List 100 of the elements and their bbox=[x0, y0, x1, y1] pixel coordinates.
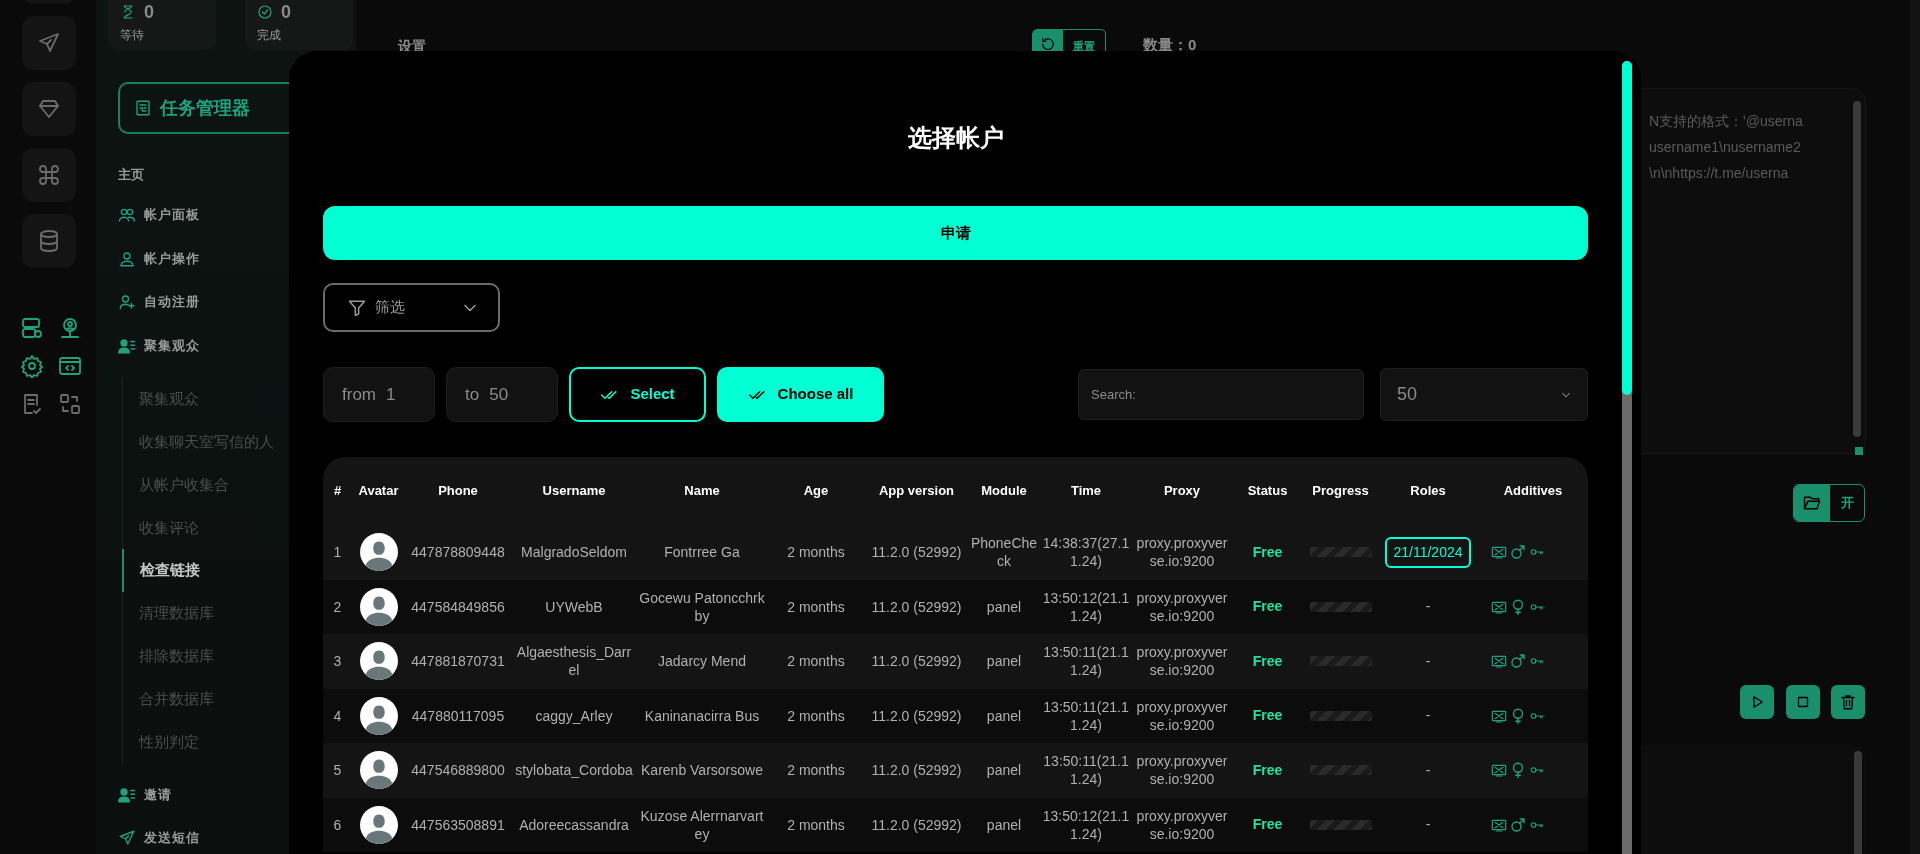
column-header: Progress bbox=[1311, 482, 1370, 501]
table-cell-text: 4 bbox=[332, 706, 343, 725]
column-header: Time bbox=[1069, 482, 1103, 501]
rail-button[interactable] bbox=[22, 16, 76, 70]
status-text: Free bbox=[1251, 651, 1284, 671]
rail-button[interactable] bbox=[22, 82, 76, 136]
column-header: Phone bbox=[437, 482, 479, 501]
nav-item[interactable]: 帐户操作 bbox=[144, 249, 200, 269]
grid-board-icon bbox=[134, 99, 152, 117]
avatar-icon bbox=[359, 696, 398, 735]
scrollbar-thumb[interactable] bbox=[1622, 61, 1632, 395]
table-cell-text: panel bbox=[985, 597, 1023, 616]
field-label: from bbox=[342, 383, 376, 406]
avatar-icon bbox=[359, 642, 398, 681]
table-cell-text: 11.2.0 (52992) bbox=[870, 706, 963, 725]
user-list-icon bbox=[118, 785, 136, 804]
screen-cross-icon bbox=[1490, 653, 1508, 670]
select-button[interactable]: Select bbox=[569, 367, 706, 422]
table-cell-text: panel bbox=[985, 706, 1023, 725]
server-icon[interactable] bbox=[20, 316, 44, 340]
placeholder-text: \n\nhttps://t.me/userna bbox=[1649, 164, 1790, 183]
swap-icon[interactable] bbox=[58, 392, 82, 416]
table-cell-text: proxy.proxyverse.io:9200 bbox=[1135, 534, 1229, 571]
rail-button[interactable] bbox=[22, 148, 76, 202]
table-cell-text: 11.2.0 (52992) bbox=[870, 815, 963, 834]
table-cell-text: 447880117095 bbox=[410, 706, 506, 725]
column-header: Roles bbox=[1409, 482, 1447, 501]
choose-all-button[interactable]: Choose all bbox=[717, 367, 884, 422]
table-cell-text: caggy_Arley bbox=[534, 706, 614, 725]
column-header: Avatar bbox=[357, 482, 400, 501]
table-cell-text: 2 months bbox=[786, 597, 846, 616]
stat-label: 完成 bbox=[257, 28, 281, 42]
table-cell-text: - bbox=[1425, 706, 1431, 726]
table-cell-text: 13:50:11(21.11.24) bbox=[1042, 697, 1130, 734]
check-circle-icon bbox=[257, 4, 273, 20]
table-cell-text: Algaesthesis_Darrel bbox=[515, 643, 633, 680]
table-cell-text: 2 months bbox=[786, 706, 846, 725]
status-text: Free bbox=[1251, 815, 1284, 835]
table-cell-text: Kaninanacirra Bus bbox=[643, 706, 761, 725]
scrollbar-track[interactable] bbox=[1622, 61, 1632, 854]
table-cell-text: - bbox=[1425, 651, 1431, 671]
nav-item[interactable]: 邀请 bbox=[144, 785, 172, 805]
apply-button[interactable]: 申请 bbox=[323, 206, 1588, 260]
table-cell-text: 13:50:11(21.11.24) bbox=[1042, 752, 1130, 789]
user-pin-icon[interactable] bbox=[58, 316, 82, 340]
table-cell-text: 2 months bbox=[786, 761, 846, 780]
trash-icon bbox=[1839, 693, 1857, 711]
table-cell-text: 11.2.0 (52992) bbox=[870, 652, 963, 671]
page-size-select[interactable]: 50 bbox=[1380, 368, 1588, 421]
table-cell-text: Jadarcy Mend bbox=[657, 652, 747, 671]
filter-dropdown[interactable]: 筛选 bbox=[323, 283, 500, 332]
table-cell-text: 11.2.0 (52992) bbox=[870, 543, 963, 562]
section-label: 主页 bbox=[118, 166, 144, 184]
play-button[interactable] bbox=[1740, 685, 1774, 719]
table-cell-text: 11.2.0 (52992) bbox=[870, 597, 963, 616]
field-value: 1 bbox=[386, 383, 396, 406]
folder-button[interactable] bbox=[1794, 485, 1830, 521]
table-cell-text: 5 bbox=[332, 761, 343, 780]
delete-button[interactable] bbox=[1831, 685, 1865, 719]
status-text: Free bbox=[1251, 706, 1284, 726]
table-cell-text: panel bbox=[985, 761, 1023, 780]
placeholder-text: username1\nusername2 bbox=[1649, 138, 1802, 157]
table-cell-text: 447546889800 bbox=[410, 761, 506, 780]
table-cell-text: 14:38:37(27.11.24) bbox=[1041, 534, 1131, 571]
nav-item[interactable]: 自动注册 bbox=[144, 292, 200, 312]
table-cell-text: UYWebB bbox=[544, 597, 604, 616]
avatar-icon bbox=[359, 587, 398, 626]
table-cell-text: 13:50:11(21.11.24) bbox=[1042, 643, 1130, 680]
nav-item[interactable]: 帐户面板 bbox=[144, 205, 200, 225]
nav-item[interactable]: 发送短信 bbox=[144, 828, 200, 848]
send-icon bbox=[118, 828, 136, 847]
rail-button[interactable] bbox=[22, 214, 76, 268]
gear-icon[interactable] bbox=[20, 354, 44, 378]
table-cell-text: 2 months bbox=[786, 815, 846, 834]
male-icon bbox=[1509, 543, 1527, 562]
column-header: App version bbox=[877, 482, 956, 501]
table-cell-text: 447584849856 bbox=[410, 597, 506, 616]
field-value: 50 bbox=[489, 383, 509, 406]
table-cell-text: 6 bbox=[332, 815, 343, 834]
user-icon bbox=[118, 249, 136, 268]
scrollbar[interactable] bbox=[1853, 101, 1861, 437]
nav-item[interactable]: 聚集观众 bbox=[144, 336, 200, 356]
table-cell-text: Fontrree Ga bbox=[663, 543, 741, 562]
table-cell-text: 447563508891 bbox=[410, 815, 506, 834]
range-field[interactable]: from 1 bbox=[323, 367, 435, 422]
table-cell-text: - bbox=[1425, 597, 1431, 617]
table-cell-text: 13:50:12(21.11.24) bbox=[1041, 588, 1131, 625]
screen-cross-icon bbox=[1490, 544, 1508, 561]
table-cell-text: 3 bbox=[332, 652, 343, 671]
avatar-icon bbox=[359, 533, 398, 572]
table-cell-text: Kuzose Alerrnarvartey bbox=[639, 806, 765, 843]
search-field[interactable]: Search: bbox=[1078, 369, 1364, 420]
column-header: Username bbox=[541, 482, 607, 501]
scrollbar[interactable] bbox=[1854, 751, 1862, 854]
column-header: Status bbox=[1246, 482, 1289, 501]
table-cell-text: 1 bbox=[332, 543, 343, 562]
avatar-icon bbox=[359, 805, 398, 844]
stop-button[interactable] bbox=[1785, 685, 1820, 719]
range-field[interactable]: to 50 bbox=[446, 367, 558, 422]
code-window-icon[interactable] bbox=[58, 354, 82, 378]
